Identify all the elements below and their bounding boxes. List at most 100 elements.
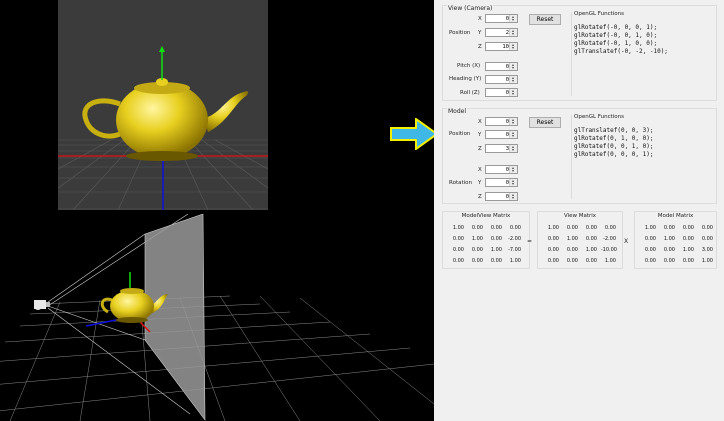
matrix-cell: 0.00	[509, 225, 521, 231]
matrix-cell: -2.00	[508, 236, 521, 242]
gl-code-line: glRotatef(-0, 0, 0, 1);	[574, 24, 658, 31]
gl-code-line: glRotatef(-0, 0, 1, 0);	[574, 32, 658, 39]
model-rot-z-label: Z	[478, 194, 482, 200]
matrix-cell: 1.00	[663, 236, 675, 242]
gl-code-line: glTranslatef(0, 0, 3);	[574, 127, 654, 134]
model-reset-button[interactable]: Reset	[529, 117, 561, 128]
matrix-cell: 0.00	[490, 236, 502, 242]
matrix-cell: 0.00	[547, 258, 559, 264]
matrix-cell: -10.00	[600, 247, 617, 253]
model-rotation-y-spinbox[interactable]: 0	[485, 178, 518, 187]
modelview-matrix-title: ModelView Matrix	[461, 213, 511, 219]
projection-plane	[144, 214, 206, 421]
control-panel: View (Camera) Position X Y Z 0 2 10 Pitc…	[434, 0, 724, 421]
model-rotation-label: Rotation	[449, 180, 473, 186]
camera-icon	[34, 300, 50, 310]
model-position-z-spinbox[interactable]: 3	[485, 144, 518, 153]
camera-viewport[interactable]	[58, 0, 268, 210]
matrix-cell: 0.00	[663, 225, 675, 231]
camera-group: View (Camera) Position X Y Z 0 2 10 Pitc…	[442, 5, 717, 101]
spin-arrows-icon[interactable]	[509, 15, 517, 22]
matrix-cell: 1.00	[490, 247, 502, 253]
matrix-cell: 0.00	[644, 236, 656, 242]
model-position-label: Position	[449, 131, 471, 137]
matrix-cell: 0.00	[701, 236, 713, 242]
matrix-cell: 0.00	[490, 258, 502, 264]
spin-arrows-icon[interactable]	[509, 145, 517, 152]
spin-arrows-icon[interactable]	[509, 166, 517, 173]
gl-code-line: glRotatef(0, 0, 0, 1);	[574, 151, 654, 158]
matrix-cell: 1.00	[585, 247, 597, 253]
camera-reset-button[interactable]: Reset	[529, 14, 561, 25]
matrix-cell: -2.00	[603, 236, 616, 242]
model-position-y-spinbox[interactable]: 0	[485, 130, 518, 139]
camera-view-scene	[58, 46, 268, 210]
spin-arrows-icon[interactable]	[509, 76, 517, 83]
camera-roll-spinbox[interactable]: 0	[485, 88, 518, 97]
multiply-sign: X	[624, 238, 629, 245]
matrix-cell: 0.00	[471, 258, 483, 264]
matrix-cell: 0.00	[682, 236, 694, 242]
modelview-matrix: ModelView Matrix 1.00 0.00 0.00 0.00 0.00 1.0…	[442, 211, 530, 269]
matrix-cell: 1.00	[547, 225, 559, 231]
model-matrix: Model Matrix 1.00 0.00 0.00 0.00 0.00 1.00 0.0…	[634, 211, 717, 269]
camera-heading-label: Heading (Y)	[449, 76, 482, 82]
model-z-label: Z	[478, 146, 482, 152]
model-matrix-title: Model Matrix	[657, 213, 694, 219]
matrix-cell: 0.00	[585, 258, 597, 264]
model-y-label: Y	[478, 132, 482, 138]
matrix-cell: 0.00	[452, 258, 464, 264]
spin-arrows-icon[interactable]	[509, 118, 517, 125]
camera-x-spinbox[interactable]: 0	[485, 14, 518, 23]
matrix-cell: 1.00	[566, 236, 578, 242]
model-gl-functions: OpenGL Functions glTranslatef(0, 0, 3); …	[571, 114, 716, 199]
axis-y-arrow	[159, 46, 165, 52]
spin-arrows-icon[interactable]	[509, 193, 517, 200]
grid-floor	[0, 295, 434, 421]
matrix-cell: 1.00	[701, 258, 713, 264]
teapot-model	[82, 78, 249, 161]
matrix-cell: 0.00	[663, 258, 675, 264]
matrix-cell: 0.00	[471, 247, 483, 253]
matrix-cell: 0.00	[585, 236, 597, 242]
matrix-cell: 3.00	[701, 247, 713, 253]
camera-pitch-spinbox[interactable]: 0	[485, 62, 518, 71]
matrix-cell: 1.00	[682, 247, 694, 253]
pointer-arrow-icon	[390, 118, 438, 150]
spin-arrows-icon[interactable]	[509, 179, 517, 186]
camera-x-label: X	[478, 16, 482, 22]
matrix-cell: 1.00	[644, 225, 656, 231]
matrix-cell: 0.00	[644, 247, 656, 253]
model-group-title: Model	[447, 108, 468, 115]
spin-arrows-icon[interactable]	[509, 29, 517, 36]
model-gl-title: OpenGL Functions	[574, 114, 625, 120]
camera-heading-spinbox[interactable]: 0	[485, 75, 518, 84]
spin-arrows-icon[interactable]	[509, 43, 517, 50]
matrix-cell: 0.00	[490, 225, 502, 231]
camera-z-label: Z	[478, 44, 482, 50]
overview-scene	[0, 214, 434, 421]
view-matrix: View Matrix 1.00 0.00 0.00 0.00 0.00 1.00 0.00…	[537, 211, 623, 269]
camera-position-label: Position	[449, 30, 471, 36]
spin-arrows-icon[interactable]	[509, 89, 517, 96]
view-matrix-title: View Matrix	[563, 213, 597, 219]
matrix-cell: 0.00	[566, 247, 578, 253]
model-rotation-x-spinbox[interactable]: 0	[485, 165, 518, 174]
matrix-cell: 0.00	[452, 247, 464, 253]
gl-code-line: glRotatef(0, 0, 1, 0);	[574, 143, 654, 150]
model-group: Model Position X Y Z 0 0 3 Rotation X Y …	[442, 108, 717, 204]
model-position-x-spinbox[interactable]: 0	[485, 117, 518, 126]
gl-code-line: glTranslatef(-0, -2, -10);	[574, 48, 668, 55]
matrix-cell: 0.00	[663, 247, 675, 253]
model-rot-y-label: Y	[478, 180, 482, 186]
spin-arrows-icon[interactable]	[509, 131, 517, 138]
scene-overview-viewport[interactable]	[0, 214, 434, 421]
matrix-cell: 0.00	[701, 225, 713, 231]
camera-roll-label: Roll (Z)	[460, 90, 480, 96]
matrix-cell: 0.00	[547, 236, 559, 242]
camera-y-spinbox[interactable]: 2	[485, 28, 518, 37]
camera-y-label: Y	[478, 30, 482, 36]
model-rotation-z-spinbox[interactable]: 0	[485, 192, 518, 201]
spin-arrows-icon[interactable]	[509, 63, 517, 70]
camera-z-spinbox[interactable]: 10	[485, 42, 518, 51]
